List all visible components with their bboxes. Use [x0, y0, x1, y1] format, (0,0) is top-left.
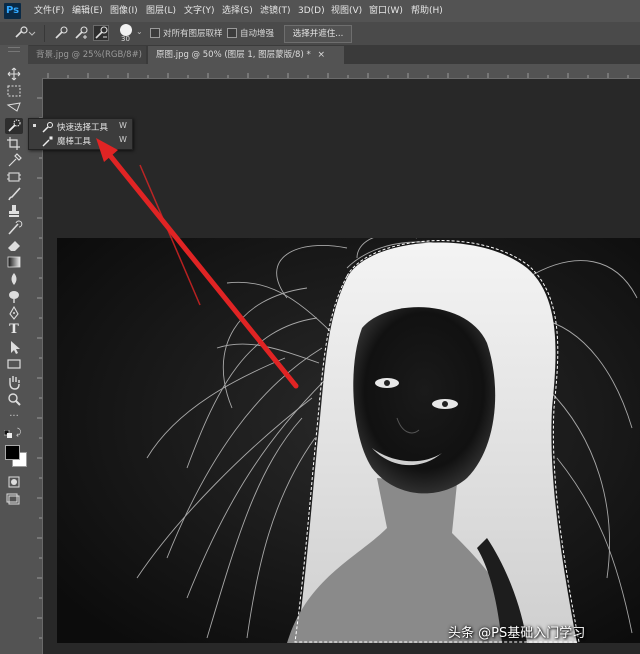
eyedropper-tool-icon[interactable] [5, 152, 23, 168]
swap-colors-icon[interactable]: ⤸ [16, 428, 21, 438]
document-tab-bar: 背景.jpg @ 25%(RGB/8#) × 原图.jpg @ 50% (图层 … [28, 46, 640, 64]
brush-picker-chevron-down-icon[interactable]: ⌄ [136, 27, 143, 36]
panel-grip[interactable] [8, 47, 20, 52]
tab-background-jpg[interactable]: 背景.jpg @ 25%(RGB/8#) × [28, 46, 156, 64]
sample-all-layers-checkbox[interactable] [150, 28, 160, 38]
document-canvas[interactable] [57, 238, 640, 643]
dodge-tool-icon[interactable] [5, 288, 23, 304]
face [353, 307, 496, 494]
menu-image[interactable]: 图像(I) [110, 4, 138, 18]
move-tool-icon[interactable] [5, 66, 23, 82]
vertical-ruler[interactable] [28, 78, 43, 654]
tab-original-jpg[interactable]: 原图.jpg @ 50% (图层 1, 图层蒙版/8) * × [148, 46, 344, 64]
marquee-tool-icon[interactable] [5, 83, 23, 99]
options-bar: 30 ⌄ 对所有图层取样 自动增强 选择并遮住... [0, 22, 640, 46]
zoom-tool-icon[interactable] [5, 391, 23, 407]
menu-layer[interactable]: 图层(L) [146, 4, 176, 18]
magic-wand-icon [42, 135, 54, 147]
flyout-item-shortcut: W [119, 121, 127, 130]
auto-enhance-checkbox[interactable] [227, 28, 237, 38]
horizontal-ruler[interactable] [28, 64, 640, 79]
pen-tool-icon[interactable] [5, 305, 23, 321]
rectangle-tool-icon[interactable] [5, 356, 23, 372]
more-tools-icon[interactable]: ··· [5, 412, 23, 428]
photoshop-logo: Ps [4, 3, 21, 19]
hand-tool-icon[interactable] [5, 374, 23, 390]
auto-enhance-label: 自动增强 [240, 29, 275, 39]
history-brush-tool-icon[interactable] [5, 220, 23, 236]
default-colors-icon[interactable] [3, 429, 12, 438]
menu-3d[interactable]: 3D(D) [298, 4, 325, 18]
blur-tool-icon[interactable] [5, 271, 23, 287]
tab-label: 原图.jpg @ 50% (图层 1, 图层蒙版/8) * [156, 50, 311, 60]
clone-stamp-tool-icon[interactable] [5, 203, 23, 219]
menu-type[interactable]: 文字(Y) [184, 4, 215, 18]
flyout-item-label: 快速选择工具 [57, 123, 109, 133]
menu-edit[interactable]: 编辑(E) [72, 4, 103, 18]
lasso-tool-icon[interactable] [5, 100, 23, 116]
foreground-color-swatch[interactable] [5, 445, 20, 460]
select-and-mask-button[interactable]: 选择并遮住... [284, 25, 352, 43]
eraser-tool-icon[interactable] [5, 237, 23, 253]
tab-label: 背景.jpg @ 25%(RGB/8#) [36, 50, 143, 60]
brush-size-value: 30 [121, 35, 130, 43]
quick-selection-tool-icon[interactable] [5, 118, 23, 134]
menu-filter[interactable]: 滤镜(T) [260, 4, 291, 18]
tools-panel: T ··· ⤸ [0, 45, 29, 654]
brush-tool-icon[interactable] [5, 186, 23, 202]
selection-tool-flyout-menu: 快速选择工具 W 魔棒工具 W [28, 118, 133, 150]
menu-help[interactable]: 帮助(H) [411, 4, 443, 18]
type-tool-icon[interactable]: T [5, 322, 23, 338]
frame-tool-icon[interactable] [5, 169, 23, 185]
options-divider [44, 25, 45, 42]
watermark-text: 头条 @PS基础入门学习 [448, 626, 586, 641]
crop-tool-icon[interactable] [5, 135, 23, 151]
gradient-tool-icon[interactable] [5, 254, 23, 270]
quick-selection-icon [42, 121, 54, 133]
tool-preset-picker-icon[interactable] [14, 26, 36, 40]
active-tool-bullet [33, 124, 36, 127]
add-to-selection-brush-icon[interactable] [74, 26, 88, 40]
menu-select[interactable]: 选择(S) [222, 4, 253, 18]
subtract-from-selection-brush-icon[interactable] [93, 25, 109, 41]
flyout-item-magic-wand[interactable]: 魔棒工具 W [29, 134, 132, 148]
sample-all-layers-label: 对所有图层取样 [163, 29, 223, 39]
menu-window[interactable]: 窗口(W) [369, 4, 403, 18]
menu-bar: Ps 文件(F) 编辑(E) 图像(I) 图层(L) 文字(Y) 选择(S) 滤… [0, 0, 640, 22]
flyout-item-shortcut: W [119, 135, 127, 144]
menu-file[interactable]: 文件(F) [34, 4, 64, 18]
screen-mode-icon[interactable] [5, 492, 23, 508]
tab-close-icon[interactable]: × [317, 50, 325, 60]
flyout-item-label: 魔棒工具 [57, 137, 92, 147]
menu-view[interactable]: 视图(V) [331, 4, 362, 18]
path-selection-tool-icon[interactable] [5, 339, 23, 355]
flyout-item-quick-selection[interactable]: 快速选择工具 W [29, 120, 132, 134]
quick-mask-icon[interactable] [5, 474, 23, 490]
new-selection-brush-icon[interactable] [54, 26, 68, 40]
